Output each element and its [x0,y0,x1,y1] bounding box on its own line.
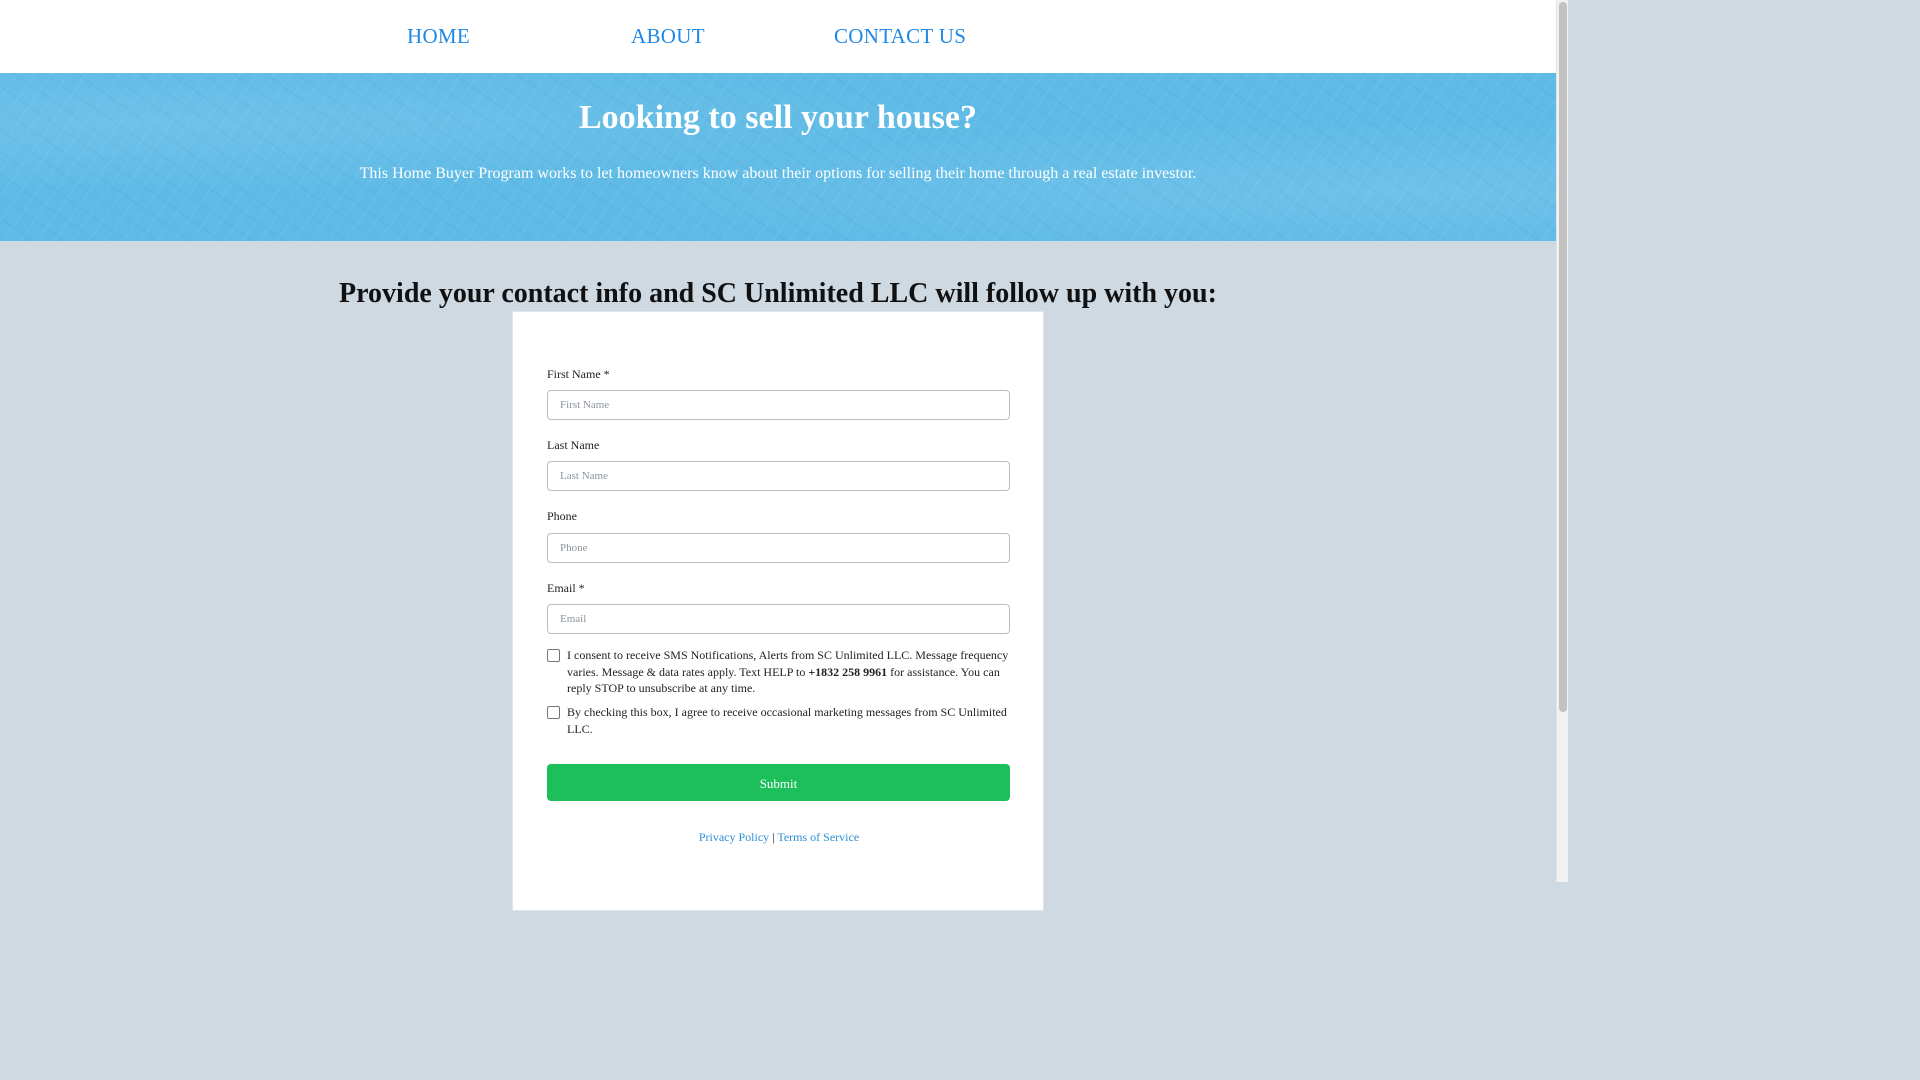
top-nav: HOME ABOUT CONTACT US [0,0,1556,73]
marketing-consent-text: By checking this box, I agree to receive… [567,705,1007,736]
hero-banner: Looking to sell your house? This Home Bu… [0,73,1556,241]
first-name-label: First Name * [547,367,610,381]
contact-form-card: First Name * Last Name Phone Email * I c… [512,311,1044,911]
hero-subtitle: This Home Buyer Program works to let hom… [359,165,1197,182]
first-name-input[interactable] [547,390,1010,420]
vertical-scrollbar[interactable] [1556,0,1568,882]
form-section-title: Provide your contact info and SC Unlimit… [339,278,1217,309]
last-name-input[interactable] [547,461,1010,491]
nav-home-link[interactable]: HOME [407,22,470,50]
form-footer-links: Privacy Policy | Terms of Service [513,829,1045,845]
page: HOME ABOUT CONTACT US Looking to sell yo… [0,0,1568,911]
marketing-consent-row: By checking this box, I agree to receive… [547,704,1010,740]
phone-input[interactable] [547,533,1010,563]
email-input[interactable] [547,604,1010,634]
privacy-policy-link[interactable]: Privacy Policy [699,830,769,844]
marketing-consent-checkbox[interactable] [547,706,560,719]
nav-about-link[interactable]: ABOUT [631,22,705,50]
sms-consent-row: I consent to receive SMS Notifications, … [547,647,1010,699]
hero-title: Looking to sell your house? [578,99,977,136]
nav-contact-link[interactable]: CONTACT US [834,22,966,50]
sms-help-phone: +1832 258 9961 [808,664,888,679]
scrollbar-thumb[interactable] [1559,2,1567,712]
phone-label: Phone [547,509,577,523]
sms-consent-text: I consent to receive SMS Notifications, … [567,647,1010,697]
sms-consent-checkbox[interactable] [547,649,560,662]
terms-of-service-link[interactable]: Terms of Service [777,830,859,844]
submit-button[interactable]: Submit [547,764,1010,801]
last-name-label: Last Name [547,438,600,452]
email-label: Email * [547,581,585,595]
